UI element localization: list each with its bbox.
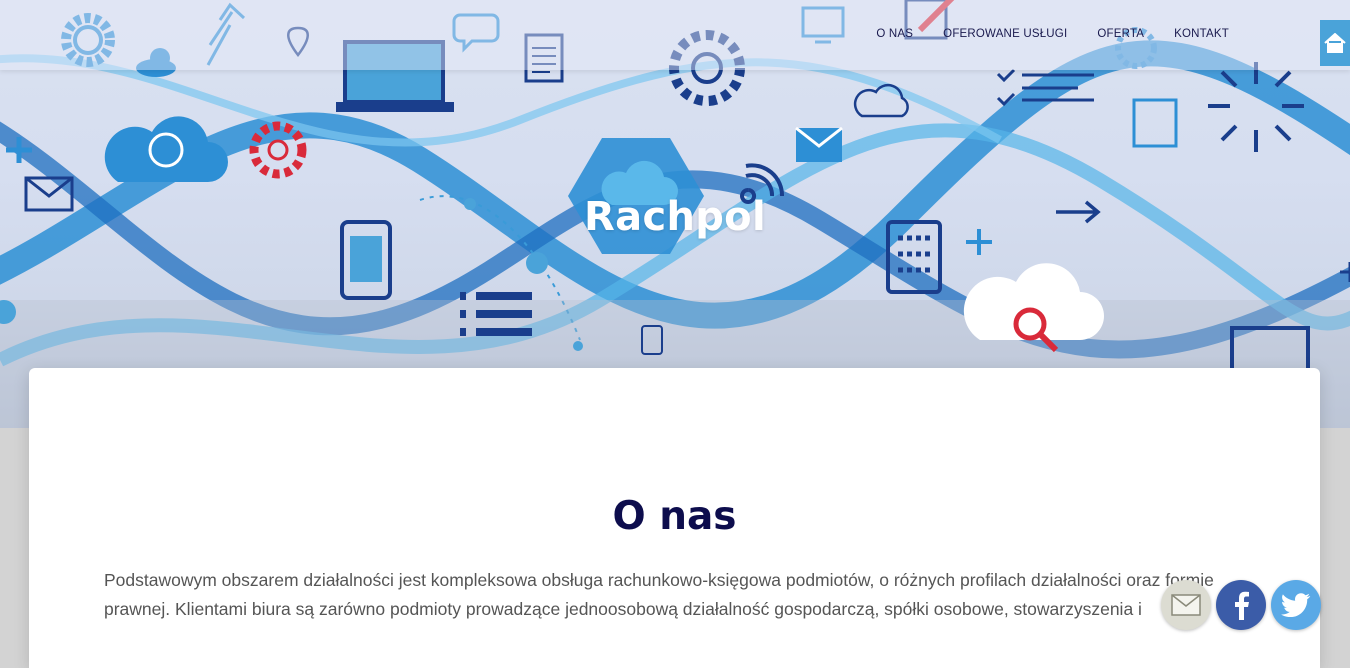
nav-item-oferta[interactable]: Oferta [1097,28,1144,40]
nav-item-o-nas[interactable]: O nas [876,28,913,40]
email-share-button[interactable] [1161,580,1211,630]
nav-item-oferowane-uslugi[interactable]: Oferowane usługi [943,28,1067,40]
twitter-icon [1281,593,1311,617]
email-icon [1171,594,1201,616]
top-navigation-bar: O nas Oferowane usługi Oferta Kontakt [0,0,1350,70]
home-icon [1324,33,1346,53]
about-section-card: O nas Podstawowym obszarem działalności … [29,368,1320,668]
main-menu: O nas Oferowane usługi Oferta Kontakt [876,28,1229,40]
section-heading: O nas [612,494,737,539]
facebook-share-button[interactable] [1216,580,1266,630]
section-paragraph: Podstawowym obszarem działalności jest k… [104,570,1214,619]
twitter-share-button[interactable] [1271,580,1321,630]
facebook-icon [1235,591,1249,620]
nav-item-kontakt[interactable]: Kontakt [1174,28,1229,40]
home-button[interactable] [1320,20,1350,66]
hero-title: Rachpol [584,194,766,240]
